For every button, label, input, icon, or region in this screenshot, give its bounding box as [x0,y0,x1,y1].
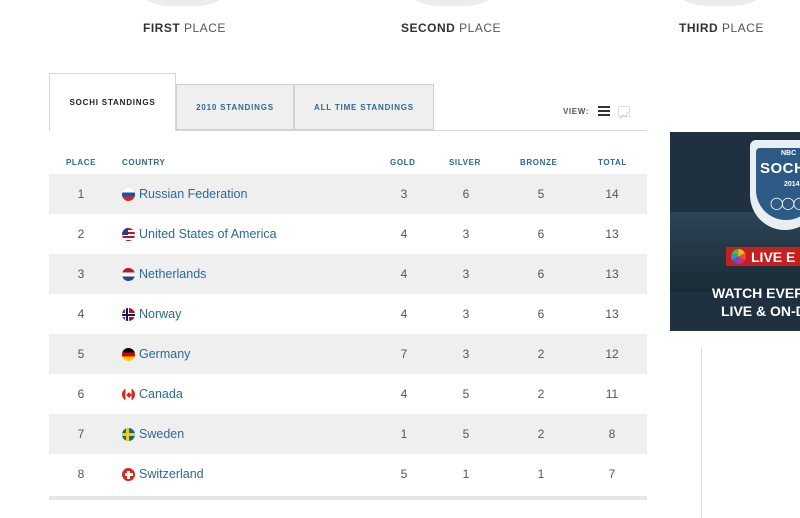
second-place-label: SECOND PLACE [401,21,502,35]
country-link[interactable]: Canada [139,387,183,401]
bronze-cell: 2 [537,427,545,441]
place-cell: 3 [77,267,85,281]
tab-all-time-standings[interactable]: ALL TIME STANDINGS [294,84,434,130]
bronze-cell: 5 [537,187,545,201]
russia-flag-icon [122,188,135,201]
sidebar-divider [701,347,702,518]
ad-year-text: 2014 [784,181,800,188]
place-cell: 6 [77,387,85,401]
total-cell: 13 [605,267,619,281]
table-row: 6 Canada 4 5 2 11 [49,374,647,414]
silver-cell: 5 [462,427,470,441]
first-place-label: FIRST PLACE [143,21,226,35]
silver-cell: 3 [462,267,470,281]
column-total[interactable]: TOTAL [598,158,627,167]
third-place-medal [660,0,780,6]
table-row: 4 Norway 4 3 6 13 [49,294,647,334]
gold-cell: 4 [400,307,408,321]
tabs-divider [176,130,647,131]
country-link[interactable]: Sweden [139,427,184,441]
bronze-cell: 1 [537,467,545,481]
third-place-label: THIRD PLACE [679,21,764,35]
gold-cell: 1 [400,427,408,441]
total-cell: 14 [605,187,619,201]
olympic-rings-icon: ◯◯◯ [770,196,800,210]
canada-flag-icon [122,388,135,401]
nbc-peacock-icon [731,249,746,264]
bronze-cell: 2 [537,387,545,401]
gold-cell: 7 [400,347,408,361]
gold-cell: 5 [400,467,408,481]
column-place[interactable]: PLACE [66,158,96,167]
silver-cell: 3 [462,347,470,361]
country-link[interactable]: United States of America [139,227,277,241]
second-place-medal [392,0,512,6]
silver-cell: 1 [462,467,470,481]
total-cell: 7 [608,467,616,481]
country-link[interactable]: Germany [139,347,190,361]
silver-cell: 6 [462,187,470,201]
ad-brand-text: SOCH [760,160,800,177]
country-link[interactable]: Norway [139,307,181,321]
country-link[interactable]: Russian Federation [139,187,247,201]
total-cell: 12 [605,347,619,361]
table-header: PLACE COUNTRY GOLD SILVER BRONZE TOTAL [49,158,647,172]
table-row: 1 Russian Federation 3 6 5 14 [49,174,647,214]
germany-flag-icon [122,348,135,361]
silver-cell: 5 [462,387,470,401]
usa-flag-icon [122,228,135,241]
bronze-cell: 6 [537,267,545,281]
column-bronze[interactable]: BRONZE [520,158,557,167]
total-cell: 13 [605,227,619,241]
country-link[interactable]: Netherlands [139,267,206,281]
table-footer-bar [49,496,647,500]
standings-tabs: SOCHI STANDINGS 2010 STANDINGS ALL TIME … [49,73,647,131]
first-place-medal [123,0,243,6]
ad-headline-line2: LIVE & ON-D [721,303,800,319]
silver-cell: 3 [462,307,470,321]
gold-cell: 3 [400,187,408,201]
bronze-cell: 2 [537,347,545,361]
place-cell: 8 [77,467,85,481]
table-row: 3 Netherlands 4 3 6 13 [49,254,647,294]
total-cell: 11 [605,387,619,401]
table-row: 8 Switzerland 5 1 1 7 [49,454,647,494]
bronze-cell: 6 [537,227,545,241]
norway-flag-icon [122,308,135,321]
ad-live-text: LIVE E [751,249,796,265]
table-row: 7 Sweden 1 5 2 8 [49,414,647,454]
ad-nbc-text: NBC [781,150,797,157]
gold-cell: 4 [400,227,408,241]
sweden-flag-icon [122,428,135,441]
column-country[interactable]: COUNTRY [122,158,165,167]
total-cell: 8 [608,427,616,441]
tab-sochi-standings[interactable]: SOCHI STANDINGS [49,73,176,131]
bronze-cell: 6 [537,307,545,321]
chart-view-icon[interactable] [618,106,630,120]
place-cell: 5 [77,347,85,361]
column-gold[interactable]: GOLD [390,158,416,167]
country-link[interactable]: Switzerland [139,467,204,481]
column-silver[interactable]: SILVER [449,158,481,167]
place-cell: 7 [77,427,85,441]
place-cell: 1 [77,187,85,201]
table-row: 2 United States of America 4 3 6 13 [49,214,647,254]
tab-2010-standings[interactable]: 2010 STANDINGS [176,84,294,130]
view-label: VIEW: [563,107,589,116]
place-cell: 2 [77,227,85,241]
switzerland-flag-icon [122,468,135,481]
silver-cell: 3 [462,227,470,241]
gold-cell: 4 [400,267,408,281]
total-cell: 13 [605,307,619,321]
table-row: 5 Germany 7 3 2 12 [49,334,647,374]
netherlands-flag-icon [122,268,135,281]
ad-headline-line1: WATCH EVERY [712,285,800,301]
gold-cell: 4 [400,387,408,401]
place-cell: 4 [77,307,85,321]
list-view-icon[interactable] [598,106,610,117]
